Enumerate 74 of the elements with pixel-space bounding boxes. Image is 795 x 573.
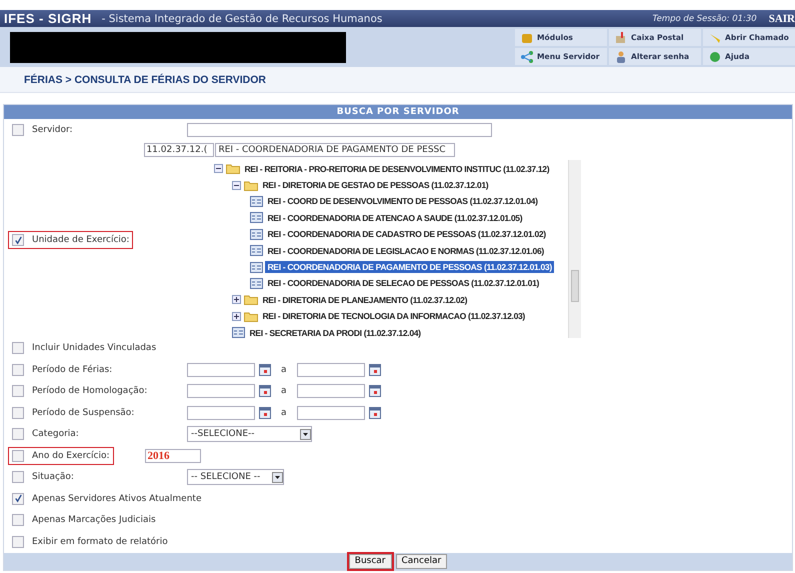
collapse-icon[interactable] xyxy=(214,164,224,174)
field-label: Servidor: xyxy=(8,120,184,139)
checkbox[interactable] xyxy=(12,450,24,462)
field-label: Situação: xyxy=(8,468,184,486)
tree-item[interactable]: REI - COORDENADORIA DE SELECAO DE PESSOAS (11.02.37.12.01.01) xyxy=(265,277,542,290)
select-field[interactable]: --SELECIONE-- xyxy=(187,426,312,442)
select-field[interactable]: -- SELECIONE -- xyxy=(187,469,284,486)
person-icon xyxy=(615,50,627,62)
system-name: IFES - SIGRH xyxy=(4,11,92,26)
checkbox[interactable] xyxy=(12,428,24,440)
calendar-icon[interactable] xyxy=(259,364,271,376)
year-field[interactable]: 2016 xyxy=(144,448,201,463)
collapse-icon[interactable] xyxy=(232,180,242,190)
checkbox[interactable] xyxy=(12,536,24,548)
mailbox-icon xyxy=(615,32,627,44)
tree-item[interactable]: REI - COORD DE DESENVOLVIMENTO DE PESSOAS (11.02.37.12.01.04) xyxy=(265,195,540,208)
field-label: Exibir em formato de relatório xyxy=(8,532,172,551)
checkbox[interactable] xyxy=(12,234,24,246)
field-label: Período de Férias: xyxy=(8,360,184,379)
field-label: Apenas Marcações Judiciais xyxy=(8,511,160,530)
tree-item[interactable]: REI - COORDENADORIA DE LEGISLACAO E NORMAS (11.02.37.12.01.06) xyxy=(265,244,546,257)
unit-name-field[interactable]: REI - COORDENADORIA DE PAGAMENTO DE PESSC xyxy=(215,142,456,156)
form-button[interactable]: Cancelar xyxy=(396,554,448,568)
checkbox[interactable] xyxy=(12,471,24,484)
range-separator: a xyxy=(281,364,287,375)
logout-link[interactable]: SAIR xyxy=(768,12,795,24)
date-field[interactable] xyxy=(296,384,365,398)
field-label: Período de Homologação: xyxy=(8,382,184,400)
tree-item[interactable]: REI - COORDENADORIA DE ATENCAO A SAUDE (11.02.37.12.01.05) xyxy=(265,212,524,224)
system-subtitle: - Sistema Integrado de Gestão de Recursos Humanos xyxy=(102,12,382,24)
expand-icon[interactable] xyxy=(232,295,242,304)
tree-item[interactable]: REI - COORDENADORIA DE PAGAMENTO DE PESSOAS (11.02.37.12.01.03) xyxy=(265,261,554,274)
dropdown-icon xyxy=(300,428,311,440)
tree-item[interactable]: REI - REITORIA - PRO-REITORIA DE DESENVOLVIMENTO INSTITUC (11.02.37.12) xyxy=(242,162,552,175)
session-timer: Tempo de Sessão: 01:30 xyxy=(652,14,757,24)
date-field[interactable] xyxy=(296,406,365,420)
date-field[interactable] xyxy=(187,406,255,420)
calendar-icon[interactable] xyxy=(368,406,381,419)
unit-code-field[interactable]: 11.02.37.12.( xyxy=(144,142,214,156)
highlighted-label: Unidade de Exercício: xyxy=(8,231,134,249)
tree-item[interactable]: REI - DIRETORIA DE PLANEJAMENTO (11.02.37.12.02) xyxy=(260,294,470,306)
checkbox[interactable] xyxy=(12,385,24,398)
range-separator: a xyxy=(281,386,287,396)
calendar-icon[interactable] xyxy=(368,364,381,376)
checkbox[interactable] xyxy=(12,342,24,354)
highlighted-button[interactable]: Buscar xyxy=(348,554,392,568)
highlighted-label: Ano do Exercício: xyxy=(8,446,114,465)
field-label: Apenas Servidores Ativos Atualmente xyxy=(8,490,206,508)
tree-item[interactable]: REI - SECRETARIA DA PRODI (11.02.37.12.04) xyxy=(247,326,423,339)
checkbox[interactable] xyxy=(12,492,24,505)
form-title: BUSCA POR SERVIDOR xyxy=(4,105,792,119)
range-separator: a xyxy=(281,408,287,418)
tree-item[interactable]: REI - DIRETORIA DE GESTAO DE PESSOAS (11.02.37.12.01) xyxy=(260,179,490,192)
field-label: Período de Suspensão: xyxy=(8,404,184,422)
field-label: Incluir Unidades Vinculadas xyxy=(8,339,160,358)
calendar-icon[interactable] xyxy=(368,385,381,398)
scrollbar[interactable] xyxy=(568,160,582,338)
dropdown-icon xyxy=(272,472,283,483)
date-field[interactable] xyxy=(296,362,365,377)
checkbox[interactable] xyxy=(12,406,24,419)
breadcrumb: FÉRIAS > CONSULTA DE FÉRIAS DO SERVIDOR xyxy=(24,74,266,86)
tree-item[interactable]: REI - DIRETORIA DE TECNOLOGIA DA INFORMACAO (11.02.37.12.03) xyxy=(260,310,527,322)
expand-icon[interactable] xyxy=(232,312,242,321)
tree-item[interactable]: REI - COORDENADORIA DE CADASTRO DE PESSOAS (11.02.37.12.01.02) xyxy=(265,228,548,240)
network-icon xyxy=(521,50,533,62)
date-field[interactable] xyxy=(187,362,255,377)
field-label: Categoria: xyxy=(8,425,184,444)
calendar-icon[interactable] xyxy=(259,406,271,419)
checkbox[interactable] xyxy=(12,514,24,526)
server-field[interactable] xyxy=(187,122,492,137)
calendar-icon[interactable] xyxy=(259,385,271,398)
checkbox[interactable] xyxy=(12,364,24,376)
checkbox[interactable] xyxy=(12,124,24,136)
date-field[interactable] xyxy=(187,384,255,398)
